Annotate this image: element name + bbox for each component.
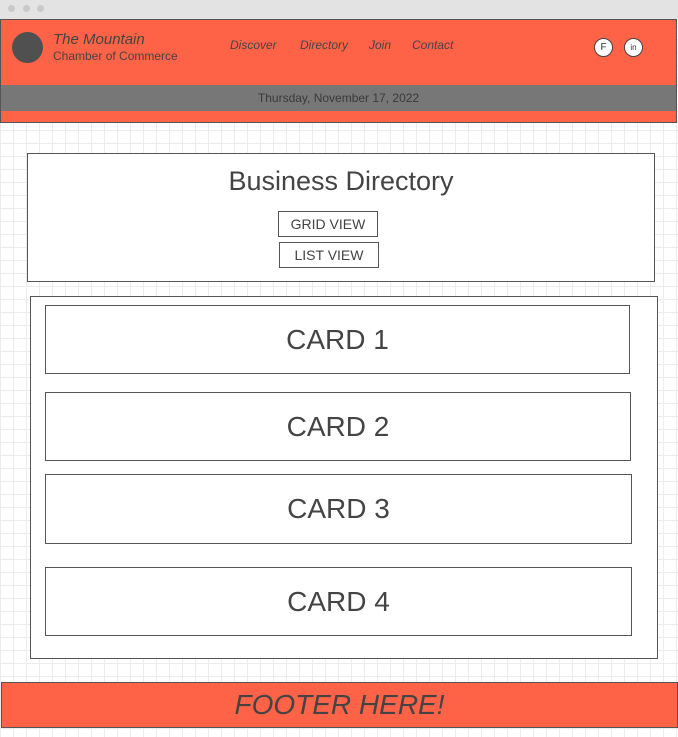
brand-subtitle: Chamber of Commerce xyxy=(53,49,178,63)
date-bar: Thursday, November 17, 2022 xyxy=(1,85,676,111)
directory-header-panel: Business Directory GRID VIEW LIST VIEW xyxy=(27,153,655,282)
linkedin-icon[interactable]: in xyxy=(624,38,643,57)
card-label: CARD 1 xyxy=(286,323,389,355)
card-label: CARD 3 xyxy=(287,493,390,524)
card-label: CARD 4 xyxy=(287,585,390,617)
list-view-button[interactable]: LIST VIEW xyxy=(279,242,379,268)
nav-contact[interactable]: Contact xyxy=(412,38,453,52)
business-card-4[interactable]: CARD 4 xyxy=(45,567,632,636)
window-dot-icon xyxy=(37,5,44,12)
nav-discover[interactable]: Discover xyxy=(230,38,277,52)
brand-name: The Mountain xyxy=(53,31,145,48)
site-footer: FOOTER HERE! xyxy=(1,682,678,728)
grid-view-button[interactable]: GRID VIEW xyxy=(278,211,378,237)
browser-chrome xyxy=(0,0,678,19)
facebook-icon[interactable]: F xyxy=(594,38,613,57)
business-card-3[interactable]: CARD 3 xyxy=(45,474,632,544)
page-title: Business Directory xyxy=(228,166,454,196)
directory-list: CARD 1 CARD 2 CARD 3 CARD 4 xyxy=(30,296,658,659)
site-header: The Mountain Chamber of Commerce Discove… xyxy=(0,19,677,123)
logo-icon[interactable] xyxy=(12,32,43,63)
business-card-2[interactable]: CARD 2 xyxy=(45,392,631,461)
window-dot-icon xyxy=(8,5,15,12)
nav-join[interactable]: Join xyxy=(369,38,391,52)
window-dot-icon xyxy=(23,5,30,12)
business-card-1[interactable]: CARD 1 xyxy=(45,305,630,374)
card-label: CARD 2 xyxy=(286,410,390,442)
nav-directory[interactable]: Directory xyxy=(300,38,348,52)
